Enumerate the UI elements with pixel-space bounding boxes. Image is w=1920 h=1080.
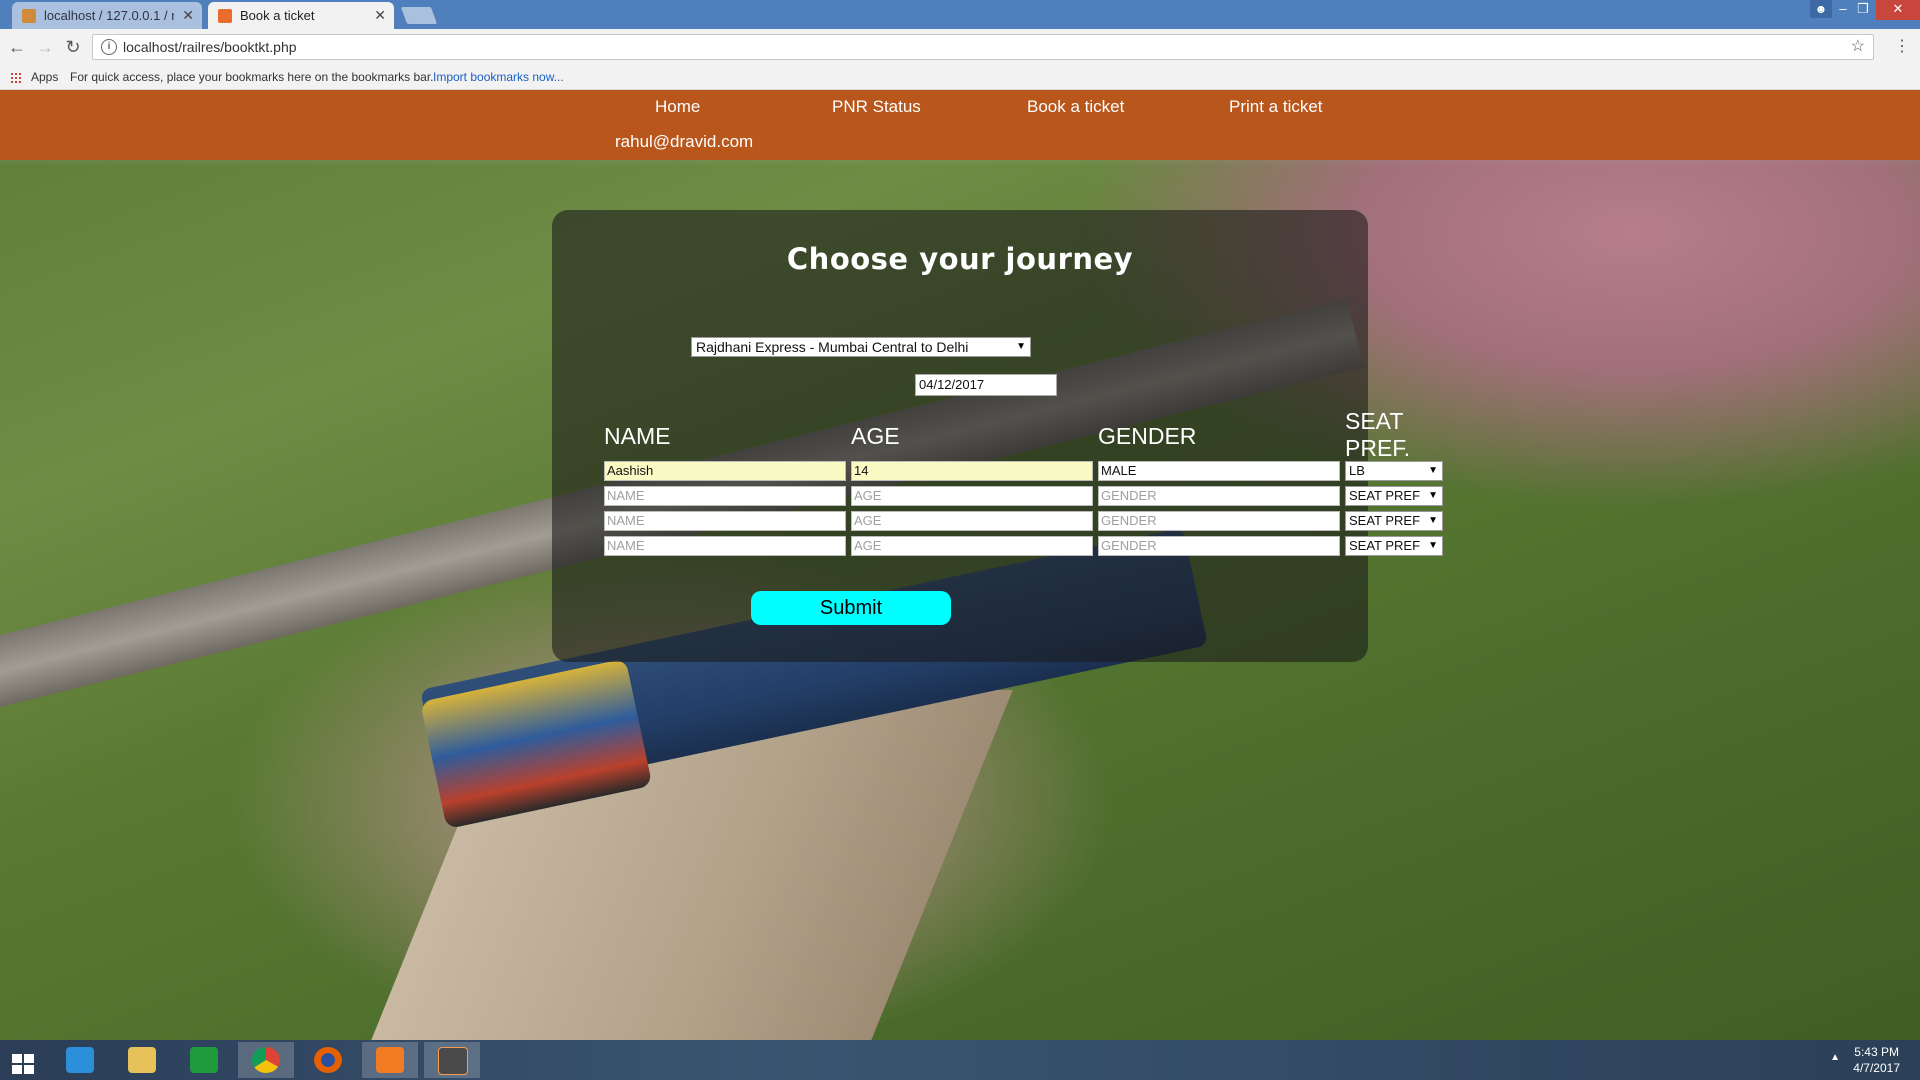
- tab-book-a-ticket[interactable]: Book a ticket ✕: [208, 2, 394, 29]
- train-select-value: Rajdhani Express - Mumbai Central to Del…: [696, 339, 969, 355]
- nav-home[interactable]: Home: [655, 97, 700, 117]
- close-icon[interactable]: ✕: [182, 2, 194, 29]
- passenger-2-seat-select[interactable]: SEAT PREF ▼: [1345, 486, 1443, 506]
- chevron-down-icon: ▼: [1016, 341, 1026, 352]
- new-tab-button[interactable]: [400, 7, 438, 24]
- chevron-down-icon: ▼: [1428, 465, 1438, 476]
- system-clock[interactable]: 5:43 PM 4/7/2017: [1853, 1044, 1900, 1076]
- nav-book-a-ticket[interactable]: Book a ticket: [1027, 97, 1124, 117]
- bookmarks-bar: Apps For quick access, place your bookma…: [0, 66, 1920, 90]
- bookmark-star-icon[interactable]: ☆: [1851, 35, 1865, 59]
- site-info-icon[interactable]: i: [101, 39, 117, 55]
- passenger-1-seat-select[interactable]: LB ▼: [1345, 461, 1443, 481]
- taskbar-xampp[interactable]: [362, 1042, 418, 1078]
- passenger-3-age-input[interactable]: AGE: [851, 511, 1093, 531]
- seat-select-value: SEAT PREF: [1349, 538, 1421, 553]
- phpmyadmin-favicon-icon: [22, 9, 36, 23]
- store-icon: [190, 1047, 218, 1073]
- back-icon[interactable]: ←: [6, 36, 28, 58]
- profile-icon[interactable]: ☻: [1810, 0, 1832, 18]
- site-navbar: Home PNR Status Book a ticket Print a ti…: [0, 90, 1920, 160]
- taskbar-sublime[interactable]: [424, 1042, 480, 1078]
- tab-title: localhost / 127.0.0.1 / rai: [44, 8, 174, 23]
- reload-icon[interactable]: ↻: [62, 36, 84, 58]
- apps-grid-icon[interactable]: [10, 72, 22, 84]
- restore-icon[interactable]: ❐: [1850, 0, 1876, 20]
- url-text[interactable]: localhost/railres/booktkt.php: [123, 35, 297, 59]
- column-header-gender: GENDER: [1098, 423, 1197, 449]
- nav-pnr-status[interactable]: PNR Status: [832, 97, 921, 117]
- seat-select-value: SEAT PREF: [1349, 513, 1421, 528]
- firefox-icon: [314, 1047, 342, 1073]
- tab-title: Book a ticket: [240, 8, 315, 23]
- submit-button[interactable]: Submit: [751, 591, 951, 625]
- chevron-down-icon: ▼: [1428, 490, 1438, 501]
- passenger-4-age-input[interactable]: AGE: [851, 536, 1093, 556]
- tray-expand-icon[interactable]: ▲: [1830, 1052, 1840, 1063]
- taskbar-ie[interactable]: [52, 1042, 108, 1078]
- start-icon: [12, 1054, 34, 1074]
- passenger-3-name-input[interactable]: NAME: [604, 511, 846, 531]
- train-select[interactable]: Rajdhani Express - Mumbai Central to Del…: [691, 337, 1031, 357]
- passenger-2-age-input[interactable]: AGE: [851, 486, 1093, 506]
- clock-time: 5:43 PM: [1854, 1045, 1899, 1059]
- passenger-4-gender-input[interactable]: GENDER: [1098, 536, 1340, 556]
- internet-explorer-icon: [66, 1047, 94, 1073]
- passenger-1-age-input[interactable]: 14: [851, 461, 1093, 481]
- window-close-icon[interactable]: ✕: [1876, 0, 1920, 20]
- close-icon[interactable]: ✕: [374, 2, 386, 29]
- address-bar[interactable]: i localhost/railres/booktkt.php ☆: [92, 34, 1874, 60]
- passenger-2-name-input[interactable]: NAME: [604, 486, 846, 506]
- xampp-icon: [376, 1047, 404, 1073]
- passenger-4-seat-select[interactable]: SEAT PREF ▼: [1345, 536, 1443, 556]
- nav-user-email[interactable]: rahul@dravid.com: [615, 132, 753, 152]
- nav-print-a-ticket[interactable]: Print a ticket: [1229, 97, 1323, 117]
- seat-header-line2: PREF.: [1345, 435, 1411, 461]
- taskbar-explorer[interactable]: [114, 1042, 170, 1078]
- browser-tab-strip: localhost / 127.0.0.1 / rai ✕ Book a tic…: [0, 0, 1920, 29]
- passenger-4-name-input[interactable]: NAME: [604, 536, 846, 556]
- page-background: Home PNR Status Book a ticket Print a ti…: [0, 90, 1920, 1040]
- chrome-icon: [252, 1047, 280, 1073]
- import-bookmarks-link[interactable]: Import bookmarks now...: [433, 66, 564, 88]
- column-header-name: NAME: [604, 423, 671, 449]
- passenger-3-seat-select[interactable]: SEAT PREF ▼: [1345, 511, 1443, 531]
- forward-icon[interactable]: →: [34, 36, 56, 58]
- chevron-down-icon: ▼: [1428, 515, 1438, 526]
- seat-header-line1: SEAT: [1345, 408, 1404, 434]
- passenger-1-gender-input[interactable]: MALE: [1098, 461, 1340, 481]
- passenger-2-gender-input[interactable]: GENDER: [1098, 486, 1340, 506]
- file-explorer-icon: [128, 1047, 156, 1073]
- clock-date: 4/7/2017: [1853, 1061, 1900, 1075]
- taskbar-store[interactable]: [176, 1042, 232, 1078]
- seat-select-value: SEAT PREF: [1349, 488, 1421, 503]
- tab-phpmyadmin[interactable]: localhost / 127.0.0.1 / rai ✕: [12, 2, 202, 29]
- journey-date-input[interactable]: 04/12/2017: [915, 374, 1057, 396]
- booking-form-panel: Choose your journey Rajdhani Express - M…: [552, 210, 1443, 662]
- sublime-text-icon: [438, 1047, 468, 1075]
- browser-toolbar: ← → ↻ i localhost/railres/booktkt.php ☆ …: [0, 29, 1920, 66]
- apps-shortcut[interactable]: Apps: [31, 66, 58, 88]
- column-header-seat-pref: SEAT PREF.: [1345, 408, 1410, 462]
- seat-select-value: LB: [1349, 463, 1365, 478]
- bookmarks-hint: For quick access, place your bookmarks h…: [70, 70, 434, 84]
- xampp-favicon-icon: [218, 9, 232, 23]
- browser-menu-icon[interactable]: ⋮: [1894, 36, 1910, 56]
- windows-taskbar: ▲ 5:43 PM 4/7/2017: [0, 1040, 1920, 1080]
- taskbar-chrome[interactable]: [238, 1042, 294, 1078]
- start-button[interactable]: [0, 1042, 56, 1078]
- taskbar-firefox[interactable]: [300, 1042, 356, 1078]
- chevron-down-icon: ▼: [1428, 540, 1438, 551]
- passenger-1-name-input[interactable]: Aashish: [604, 461, 846, 481]
- column-header-age: AGE: [851, 423, 900, 449]
- form-heading: Choose your journey: [786, 242, 1134, 276]
- passenger-3-gender-input[interactable]: GENDER: [1098, 511, 1340, 531]
